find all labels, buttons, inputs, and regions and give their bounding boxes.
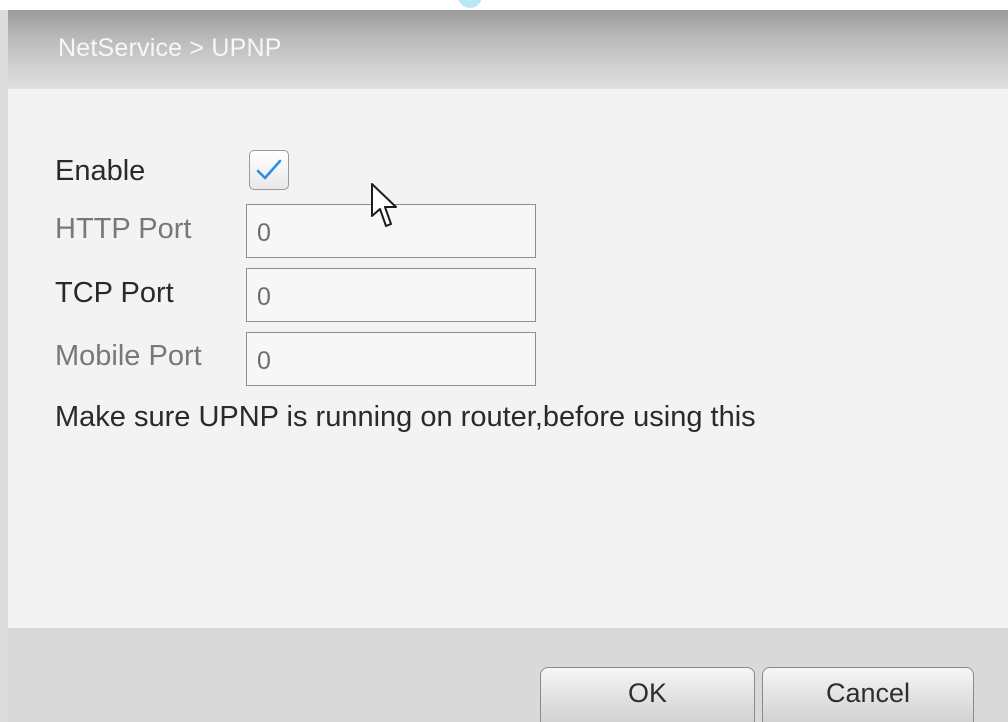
http-port-label: HTTP Port bbox=[55, 213, 192, 245]
mouse-pointer-icon bbox=[371, 183, 397, 227]
mobile-port-field[interactable]: 0 bbox=[246, 332, 536, 386]
ok-button[interactable]: OK bbox=[540, 667, 755, 722]
enable-checkbox[interactable] bbox=[249, 150, 289, 190]
tcp-port-label: TCP Port bbox=[55, 277, 174, 309]
checkmark-icon bbox=[256, 159, 282, 180]
cancel-button[interactable]: Cancel bbox=[762, 667, 974, 722]
tcp-port-field[interactable]: 0 bbox=[246, 268, 536, 322]
upnp-notice: Make sure UPNP is running on router,befo… bbox=[55, 401, 756, 433]
enable-label: Enable bbox=[55, 155, 146, 187]
title-bar: NetService > UPNP bbox=[8, 10, 1008, 88]
dialog-title: NetService > UPNP bbox=[58, 34, 282, 62]
upnp-dialog: NetService > UPNP Enable HTTP Port 0 TCP… bbox=[0, 0, 1008, 722]
top-edge bbox=[0, 0, 1008, 10]
mobile-port-label: Mobile Port bbox=[55, 340, 202, 372]
top-glow-marker bbox=[458, 0, 482, 8]
